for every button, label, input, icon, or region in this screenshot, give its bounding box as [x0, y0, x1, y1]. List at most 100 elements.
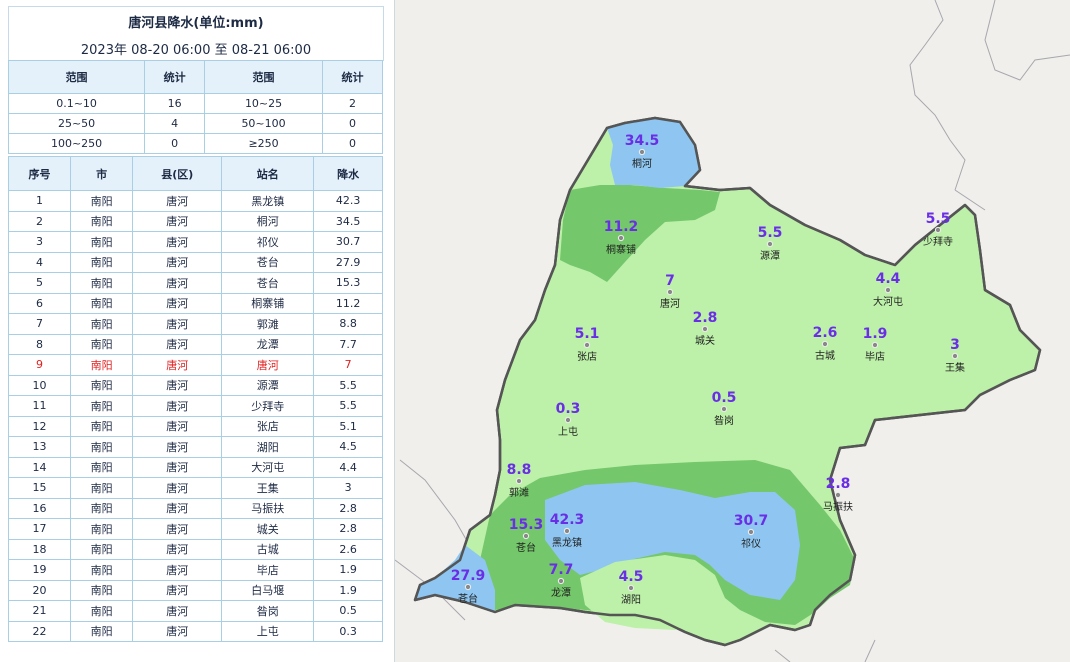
table-row[interactable]: 7 南阳 唐河 郭滩 8.8	[7, 313, 383, 335]
table-cell: 7	[313, 354, 383, 376]
table-cell: 唐河	[132, 395, 223, 417]
table-cell: 唐河	[132, 559, 223, 581]
range-statistics-table: 范围 统计 范围 统计 0.1~10 16 10~25 2 25~50 4 50~100 0 1…	[7, 60, 383, 154]
table-cell: 南阳	[70, 374, 134, 396]
table-cell: 源潭	[221, 374, 315, 396]
table-cell: 5.1	[313, 415, 383, 437]
table-row[interactable]: 10 南阳 唐河 源潭 5.5	[7, 374, 383, 396]
table-cell: 16	[7, 497, 72, 519]
table-cell: 南阳	[70, 333, 134, 355]
column-header: 市	[70, 156, 134, 191]
table-row[interactable]: 21 南阳 唐河 昝岗 0.5	[7, 600, 383, 622]
statistics-panel: 唐河县降水(单位:mm) 2023年 08-20 06:00 至 08-21 0…	[0, 0, 395, 662]
column-header: 县(区)	[132, 156, 223, 191]
table-row[interactable]: 8 南阳 唐河 龙潭 7.7	[7, 333, 383, 355]
table-cell: 祁仪	[221, 231, 315, 253]
table-row[interactable]: 19 南阳 唐河 毕店 1.9	[7, 559, 383, 581]
table-cell: 0.5	[313, 600, 383, 622]
table-cell: 22	[7, 620, 72, 642]
table-row[interactable]: 12 南阳 唐河 张店 5.1	[7, 415, 383, 437]
station-value: 5.5	[926, 211, 951, 227]
range-cell: 0	[322, 113, 383, 134]
station-name: 唐河	[660, 297, 680, 310]
table-cell: 大河屯	[221, 456, 315, 478]
table-cell: 马振扶	[221, 497, 315, 519]
station-name: 昝岗	[714, 414, 734, 427]
table-cell: 唐河	[132, 292, 223, 314]
table-cell: 唐河	[132, 436, 223, 458]
station-name: 马振扶	[823, 500, 853, 513]
table-row[interactable]: 16 南阳 唐河 马振扶 2.8	[7, 497, 383, 519]
table-cell: 苍台	[221, 251, 315, 273]
table-cell: 7.7	[313, 333, 383, 355]
table-cell: 唐河	[132, 600, 223, 622]
table-row[interactable]: 6 南阳 唐河 桐寨铺 11.2	[7, 292, 383, 314]
table-cell: 唐河	[132, 231, 223, 253]
table-cell: 18	[7, 538, 72, 560]
table-row[interactable]: 13 南阳 唐河 湖阳 4.5	[7, 436, 383, 458]
table-cell: 唐河	[132, 374, 223, 396]
table-row[interactable]: 17 南阳 唐河 城关 2.8	[7, 518, 383, 540]
table-cell: 3	[7, 231, 72, 253]
table-row[interactable]: 15 南阳 唐河 王集 3	[7, 477, 383, 499]
table-cell: 2.6	[313, 538, 383, 560]
range-cell: 100~250	[7, 133, 146, 154]
column-header: 统计	[144, 60, 206, 94]
table-cell: 南阳	[70, 190, 134, 212]
station-dot	[821, 340, 829, 348]
table-cell: 5	[7, 272, 72, 294]
table-cell: 17	[7, 518, 72, 540]
table-cell: 昝岗	[221, 600, 315, 622]
station-name: 毕店	[865, 350, 885, 363]
station-rainfall-table: 序号 市 县(区) 站名 降水 1 南阳 唐河 黑龙镇 42.3 2 南阳 唐河 桐河 34.5 3…	[7, 156, 383, 642]
table-cell: 郭滩	[221, 313, 315, 335]
time-range: 2023年 08-20 06:00 至 08-21 06:00	[80, 43, 312, 58]
table-cell: 1	[7, 190, 72, 212]
station-dot	[515, 477, 523, 485]
station-dot	[627, 584, 635, 592]
station-name: 桐河	[632, 157, 652, 170]
station-table-body: 1 南阳 唐河 黑龙镇 42.3 2 南阳 唐河 桐河 34.5 3 南阳 唐河 祁仪 30.7 4 南阳 唐河苍…	[7, 190, 383, 642]
table-cell: 苍台	[221, 272, 315, 294]
table-row[interactable]: 14 南阳 唐河 大河屯 4.4	[7, 456, 383, 478]
range-cell: 0	[322, 133, 383, 154]
table-row[interactable]: 20 南阳 唐河 白马堰 1.9	[7, 579, 383, 601]
table-row[interactable]: 4 南阳 唐河 苍台 27.9	[7, 251, 383, 273]
table-cell: 南阳	[70, 395, 134, 417]
table-cell: 2.8	[313, 518, 383, 540]
table-row[interactable]: 2 南阳 唐河 桐河 34.5	[7, 210, 383, 232]
station-value: 42.3	[550, 512, 585, 528]
table-cell: 5.5	[313, 395, 383, 417]
station-name: 王集	[945, 361, 965, 374]
station-value: 34.5	[625, 133, 660, 149]
table-row[interactable]: 9 南阳 唐河 唐河 7	[7, 354, 383, 376]
station-dot	[522, 532, 530, 540]
table-cell: 唐河	[132, 538, 223, 560]
table-row[interactable]: 3 南阳 唐河 祁仪 30.7	[7, 231, 383, 253]
table-cell: 湖阳	[221, 436, 315, 458]
station-name: 黑龙镇	[552, 536, 582, 549]
column-header: 序号	[7, 156, 72, 191]
table-cell: 3	[313, 477, 383, 499]
table-cell: 唐河	[132, 210, 223, 232]
rainfall-map[interactable]: 34.5桐河11.2桐寨铺5.5源潭5.5少拜寺7唐河4.4大河屯2.8城关5.…	[395, 0, 1070, 662]
range-row: 100~250 0 ≥250 0	[7, 133, 383, 154]
station-dot	[701, 325, 709, 333]
range-cell: 50~100	[204, 113, 323, 134]
table-row[interactable]: 1 南阳 唐河 黑龙镇 42.3	[7, 190, 383, 212]
table-cell: 南阳	[70, 477, 134, 499]
table-cell: 11.2	[313, 292, 383, 314]
table-cell: 6	[7, 292, 72, 314]
range-cell: 4	[144, 113, 206, 134]
table-cell: 20	[7, 579, 72, 601]
table-row[interactable]: 18 南阳 唐河 古城 2.6	[7, 538, 383, 560]
table-cell: 唐河	[132, 333, 223, 355]
station-dot	[871, 341, 879, 349]
station-value: 2.8	[826, 476, 851, 492]
station-dot	[563, 527, 571, 535]
table-row[interactable]: 5 南阳 唐河 苍台 15.3	[7, 272, 383, 294]
table-row[interactable]: 11 南阳 唐河 少拜寺 5.5	[7, 395, 383, 417]
table-cell: 南阳	[70, 436, 134, 458]
table-row[interactable]: 22 南阳 唐河 上屯 0.3	[7, 620, 383, 642]
station-dot	[834, 491, 842, 499]
